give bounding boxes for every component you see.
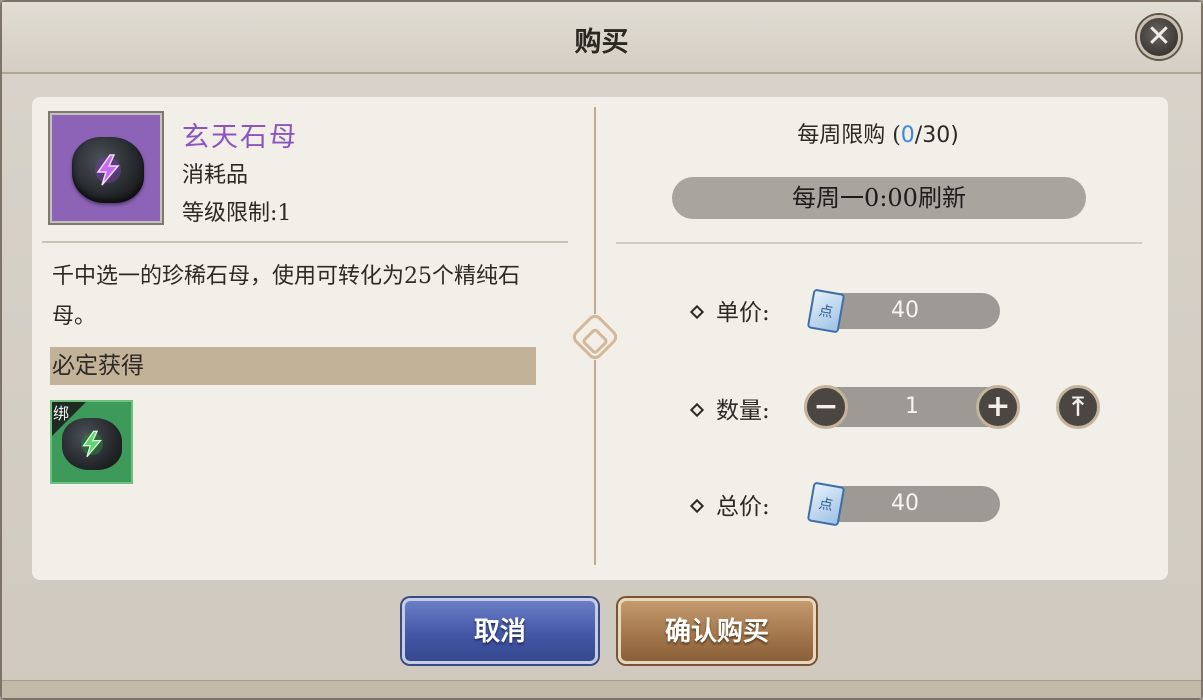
item-description: 千中选一的珍稀石母，使用可转化为25个精纯石母。 [52, 264, 520, 329]
item-type: 消耗品 [182, 163, 249, 188]
scroll-currency-icon: 点 [806, 288, 846, 334]
refresh-info: 每周一0:00刷新 [672, 177, 1086, 219]
ornament-knot-icon [569, 311, 621, 363]
divider [616, 242, 1142, 244]
divider [42, 241, 568, 243]
cancel-button[interactable]: 取消 [402, 598, 598, 664]
guaranteed-reward-header: 必定获得 [50, 347, 536, 385]
weekly-limit-used: 0 [900, 123, 915, 148]
content-panel: 玄天石母 消耗品 等级限制:1 千中选一的珍稀石母，使用可转化为25个精纯石母。… [32, 97, 1168, 580]
weekly-limit-suffix: /30) [914, 123, 959, 148]
plus-button[interactable]: + [976, 385, 1020, 429]
weekly-limit-prefix: 每周限购 ( [797, 123, 901, 148]
scroll-currency-icon: 点 [806, 481, 846, 527]
minus-button[interactable]: − [804, 385, 848, 429]
close-icon[interactable]: ✕ [1137, 15, 1181, 59]
green-lightning-gem-icon [62, 418, 122, 470]
item-icon-frame [48, 111, 164, 225]
max-quantity-button[interactable]: ⤒ [1056, 385, 1100, 429]
diamond-bullet-icon [689, 402, 705, 418]
item-name: 玄天石母 [182, 122, 298, 153]
bind-label: 绑 [53, 404, 70, 423]
total-price-label: 总价: [689, 487, 770, 521]
dialog-title: 购买 [574, 27, 629, 58]
quantity-value[interactable]: 1 [884, 387, 940, 427]
unit-price-label: 单价: [689, 293, 770, 327]
diamond-bullet-icon [689, 304, 705, 320]
weekly-limit: 每周限购 (0/30) [616, 117, 1140, 149]
quantity-label: 数量: [689, 391, 770, 425]
reward-item[interactable]: 绑 [50, 400, 133, 484]
bottom-border [2, 680, 1201, 698]
purchase-dialog: 购买 ✕ 玄天石母 消耗品 等级限制:1 千中选一的珍稀石母，使用可转化为25个… [0, 0, 1203, 700]
diamond-bullet-icon [689, 498, 705, 514]
purple-lightning-gem-icon [72, 137, 144, 203]
confirm-purchase-button[interactable]: 确认购买 [618, 598, 816, 664]
title-bar: 购买 ✕ [2, 2, 1201, 74]
item-level-limit: 等级限制:1 [182, 201, 292, 226]
